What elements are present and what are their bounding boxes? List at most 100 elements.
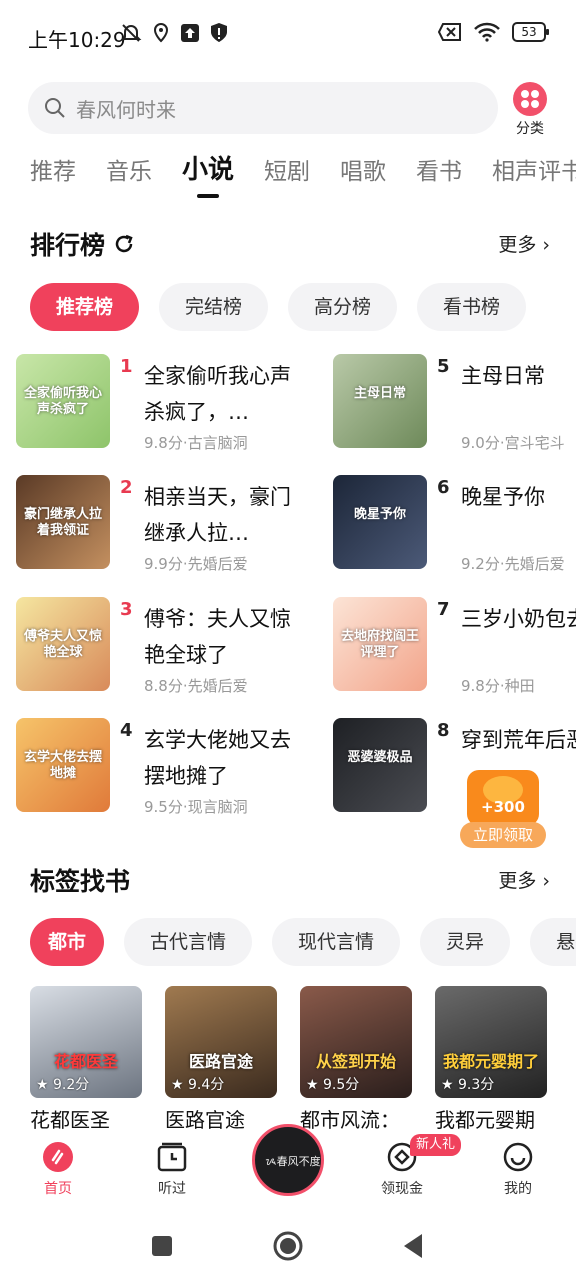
history-icon	[157, 1142, 187, 1172]
book-score: ★ 9.3分	[441, 1077, 495, 1093]
book-title: 主母日常	[461, 364, 545, 388]
book-cover: 医路官途 ★ 9.4分	[165, 986, 277, 1098]
book-cover: 晚星予你	[333, 475, 427, 569]
reward-amount: +300	[481, 798, 525, 816]
category-label: 分类	[516, 121, 544, 137]
ranking-chips: 推荐榜 完结榜 高分榜 看书榜	[30, 283, 527, 331]
chip-modern-romance[interactable]: 现代言情	[272, 918, 401, 966]
cover-title: 从签到开始	[315, 1052, 396, 1071]
tags-more-link[interactable]: 更多 ›	[498, 866, 550, 893]
tag-book-item[interactable]: 医路官途 ★ 9.4分 医路官途	[165, 986, 277, 1133]
status-icons-left	[120, 22, 228, 44]
book-meta: 8.8分·先婚后爱	[144, 677, 248, 695]
rank-item[interactable]: 傅爷夫人又惊艳全球 3 傅爷：夫人又惊艳全球了 8.8分·先婚后爱	[16, 597, 316, 697]
chip-supernatural[interactable]: 灵异	[420, 918, 511, 966]
reward-claim-button[interactable]: 立即领取	[460, 822, 546, 848]
book-meta: 9.5分·现言脑洞	[144, 798, 248, 816]
tab-recommend[interactable]: 推荐	[30, 152, 76, 198]
rank-item[interactable]: 晚星予你 6 晚星予你 9.2分·先婚后爱	[333, 475, 576, 575]
book-title: 玄学大佬她又去摆地摊了	[144, 728, 291, 788]
sim-off-icon	[438, 23, 461, 41]
rank-number: 6	[437, 477, 450, 498]
book-cover: 傅爷夫人又惊艳全球	[16, 597, 110, 691]
tab-crosstalk[interactable]: 相声评书	[492, 152, 576, 198]
chip-recommend-list[interactable]: 推荐榜	[30, 283, 140, 331]
system-navigation-bar	[0, 1220, 576, 1280]
rank-number: 3	[120, 599, 133, 620]
tab-read[interactable]: 看书	[416, 152, 462, 198]
book-cover: 去地府找阎王评理了	[333, 597, 427, 691]
tag-book-item[interactable]: 从签到开始 ★ 9.5分 都市风流：	[300, 986, 412, 1133]
nav-listened[interactable]: 听过	[132, 1142, 212, 1198]
rank-item[interactable]: 豪门继承人拉着我领证 2 相亲当天，豪门继承人拉… 9.9分·先婚后爱	[16, 475, 316, 575]
tag-book-list: 花都医圣 ★ 9.2分 花都医圣 医路官途 ★ 9.4分 医路官途 从签到开始 …	[30, 986, 576, 1136]
ranking-title: 排行榜	[30, 226, 135, 262]
rank-number: 8	[437, 720, 450, 741]
shield-icon	[211, 23, 227, 42]
search-placeholder: 春风何时来	[76, 97, 176, 122]
category-button[interactable]: 分类	[502, 80, 558, 140]
tab-music[interactable]: 音乐	[106, 152, 152, 198]
book-title: 全家偷听我心声杀疯了，…	[144, 364, 291, 424]
refresh-icon[interactable]	[113, 233, 135, 255]
rank-item[interactable]: 去地府找阎王评理了 7 三岁小奶包去地府找阎 9.8分·种田	[333, 597, 576, 697]
ranking-list: 全家偷听我心声杀疯了 1 全家偷听我心声杀疯了，… 9.8分·古言脑洞 豪门继承…	[16, 352, 576, 822]
status-time: 上午10:29	[28, 28, 126, 52]
nav-home[interactable]: 首页	[18, 1142, 98, 1198]
rank-number: 5	[437, 356, 450, 377]
search-row: 春风何时来 分类	[28, 80, 548, 137]
book-cover: 豪门继承人拉着我领证	[16, 475, 110, 569]
rank-item[interactable]: 全家偷听我心声杀疯了 1 全家偷听我心声杀疯了，… 9.8分·古言脑洞	[16, 354, 316, 454]
book-cover: 从签到开始 ★ 9.5分	[300, 986, 412, 1098]
book-score: ★ 9.2分	[36, 1077, 90, 1093]
home-circle-icon[interactable]	[272, 1230, 304, 1262]
book-cover: 花都医圣 ★ 9.2分	[30, 986, 142, 1098]
tags-header: 标签找书 更多 ›	[30, 862, 550, 898]
cover-title: 玄学大佬去摆地摊	[23, 750, 102, 781]
chip-urban[interactable]: 都市	[30, 918, 105, 966]
rank-number: 2	[120, 477, 133, 498]
rank-item[interactable]: 玄学大佬去摆地摊 4 玄学大佬她又去摆地摊了 9.5分·现言脑洞	[16, 718, 316, 818]
cover-title: 去地府找阎王评理了	[340, 629, 419, 660]
book-cover: 恶婆婆极品	[333, 718, 427, 812]
search-icon	[45, 98, 65, 118]
tab-short-drama[interactable]: 短剧	[264, 152, 310, 198]
ranking-more-link[interactable]: 更多 ›	[498, 230, 550, 257]
smile-icon	[503, 1142, 533, 1172]
chip-ancient-romance[interactable]: 古代言情	[124, 918, 253, 966]
wifi-icon	[474, 22, 500, 42]
tab-sing[interactable]: 唱歌	[340, 152, 386, 198]
tab-novel[interactable]: 小说	[182, 152, 234, 198]
book-meta: 9.8分·古言脑洞	[144, 434, 248, 452]
chip-reading-list[interactable]: 看书榜	[417, 283, 527, 331]
cover-title: 傅爷夫人又惊艳全球	[23, 629, 102, 660]
tag-book-item[interactable]: 花都医圣 ★ 9.2分 花都医圣	[30, 986, 142, 1133]
now-playing-disc[interactable]: ᝰ春风不度心	[252, 1124, 324, 1196]
book-cover: 全家偷听我心声杀疯了	[16, 354, 110, 448]
chip-suspense[interactable]: 悬疑	[530, 918, 576, 966]
search-input[interactable]: 春风何时来	[28, 82, 498, 134]
status-bar: 上午10:29 53	[0, 0, 576, 72]
chevron-right-icon: ›	[542, 234, 550, 256]
tag-book-item[interactable]: 我都元婴期了 ★ 9.3分 我都元婴期	[435, 986, 547, 1133]
recent-apps-icon[interactable]	[150, 1234, 174, 1258]
chip-finished-list[interactable]: 完结榜	[159, 283, 269, 331]
bottom-navigation: 首页 听过 ᝰ春风不度心 领现金 新人礼 我的	[0, 1124, 576, 1210]
cover-title: 主母日常	[353, 386, 406, 401]
cover-title: 医路官途	[188, 1052, 253, 1071]
book-score: ★ 9.5分	[306, 1077, 360, 1093]
ranking-header: 排行榜 更多 ›	[30, 226, 550, 262]
rank-number: 7	[437, 599, 450, 620]
reward-widget[interactable]: +300 立即领取	[460, 770, 546, 848]
book-title: 三岁小奶包去地府找阎	[461, 607, 576, 631]
rank-item[interactable]: 主母日常 5 主母日常 9.0分·宫斗宅斗	[333, 354, 576, 454]
home-icon	[43, 1142, 73, 1172]
tag-chips: 都市 古代言情 现代言情 灵异 悬疑	[30, 918, 576, 966]
chevron-right-icon: ›	[542, 870, 550, 892]
nav-mine[interactable]: 我的	[478, 1142, 558, 1198]
nav-listened-label: 听过	[158, 1181, 186, 1197]
book-title: 傅爷：夫人又惊艳全球了	[144, 607, 291, 667]
back-triangle-icon[interactable]	[400, 1232, 426, 1260]
chip-high-score-list[interactable]: 高分榜	[288, 283, 398, 331]
book-title: 相亲当天，豪门继承人拉…	[144, 485, 291, 545]
